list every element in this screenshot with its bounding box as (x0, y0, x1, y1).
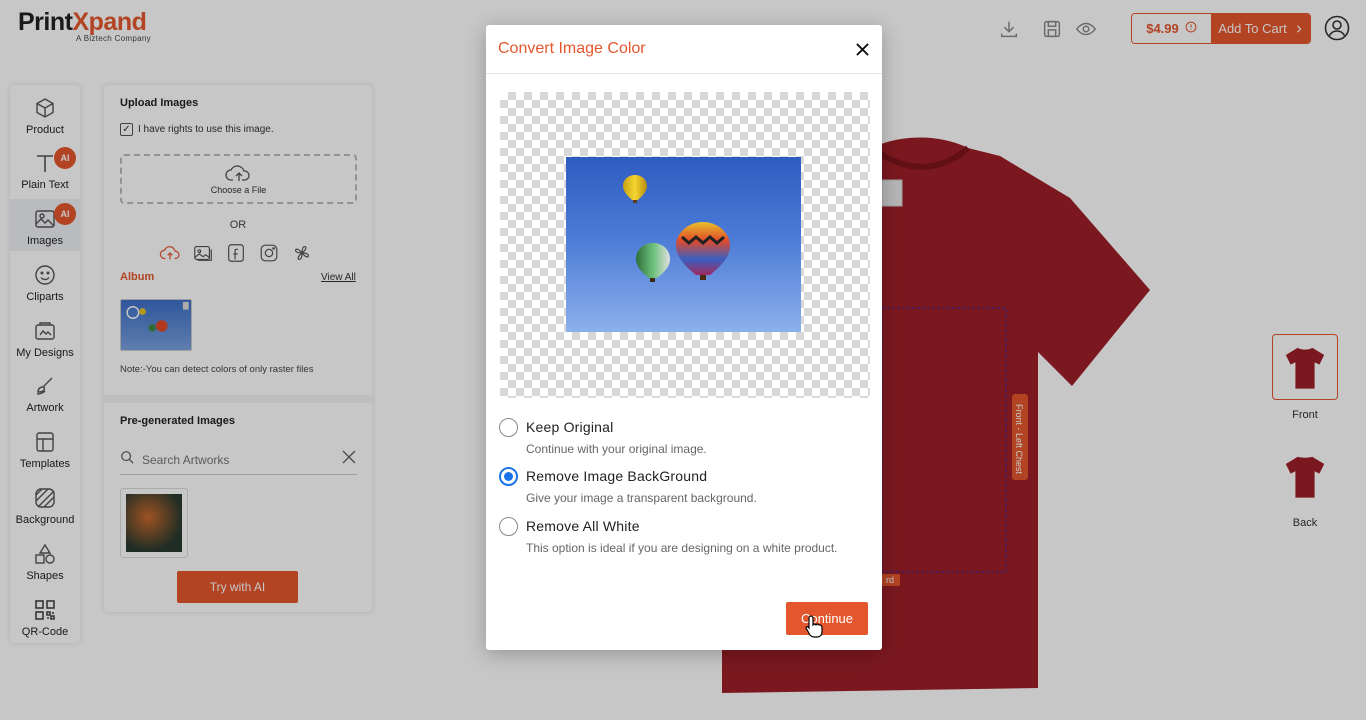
hand-cursor-icon (805, 614, 823, 638)
transparent-preview-area (500, 92, 870, 398)
option-title: Remove All White (526, 518, 640, 534)
continue-button[interactable]: Continue (786, 602, 868, 635)
dialog-title: Convert Image Color (498, 40, 646, 57)
hot-air-balloons-illustration (623, 175, 730, 282)
convert-image-color-dialog: Convert Image Color Keep Original Contin… (486, 25, 882, 650)
option-description: Give your image a transparent background… (526, 491, 757, 505)
option-title: Remove Image BackGround (526, 468, 708, 484)
option-description: This option is ideal if you are designin… (526, 541, 838, 555)
close-icon[interactable] (852, 39, 872, 59)
preview-image (566, 157, 801, 332)
remove-background-radio[interactable] (499, 467, 518, 486)
dialog-header: Convert Image Color (486, 25, 882, 74)
option-description: Continue with your original image. (526, 442, 707, 456)
option-title: Keep Original (526, 419, 614, 435)
remove-all-white-radio[interactable] (499, 517, 518, 536)
keep-original-radio[interactable] (499, 418, 518, 437)
